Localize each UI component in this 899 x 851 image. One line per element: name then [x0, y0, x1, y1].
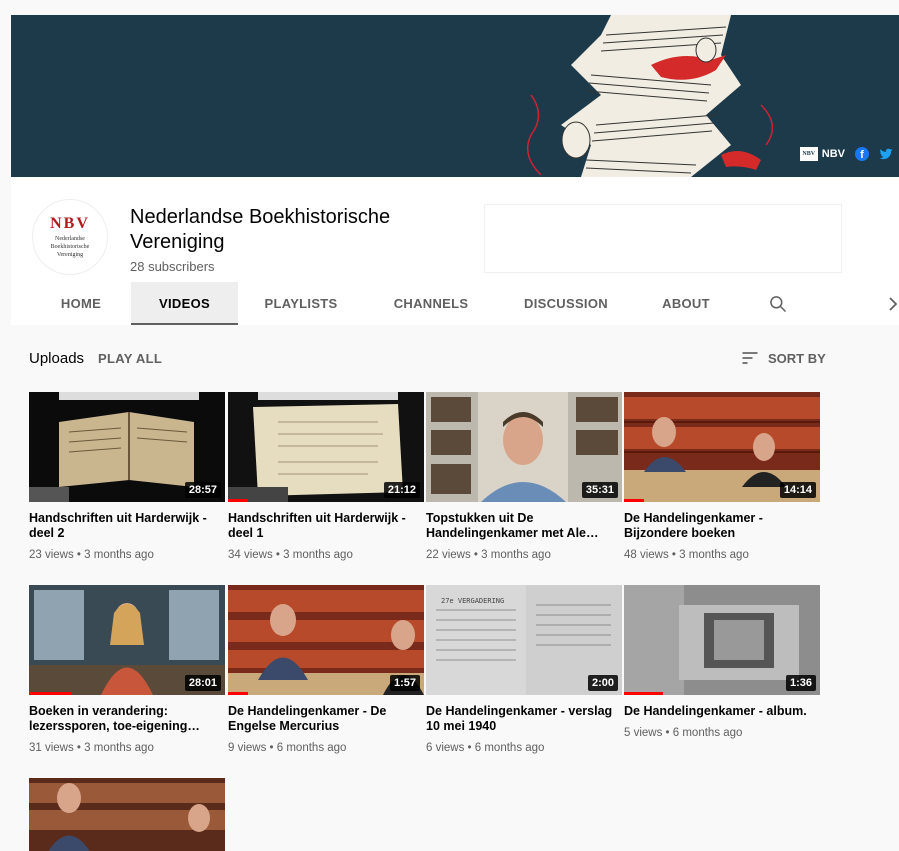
sort-icon — [742, 352, 758, 364]
video-card[interactable]: 14:14 De Handelingenkamer - Bijzondere b… — [624, 392, 820, 561]
video-meta: 31 views • 3 months ago — [29, 742, 154, 754]
video-thumbnail[interactable]: 1:36 — [624, 585, 820, 695]
watch-progress — [624, 499, 644, 502]
tab-home[interactable]: HOME — [43, 282, 119, 325]
twitter-icon[interactable] — [879, 147, 893, 161]
video-title[interactable]: Handschriften uit Harderwijk - deel 2 — [29, 511, 221, 541]
nbv-banner-link[interactable]: NBV NBV — [799, 147, 845, 161]
tab-playlists[interactable]: PLAYLISTS — [251, 282, 351, 325]
avatar-subtitle: Nederlandse Boekhistorische Vereniging — [50, 236, 90, 258]
video-meta: 23 views • 3 months ago — [29, 549, 154, 561]
video-card[interactable]: 1:57 De Handelingenkamer - De Engelse Me… — [228, 585, 424, 754]
video-card[interactable]: 28:57 Handschriften uit Harderwijk - dee… — [29, 392, 225, 561]
channel-tabs: HOME VIDEOS PLAYLISTS CHANNELS DISCUSSIO… — [11, 282, 899, 325]
nbv-link-label: NBV — [821, 148, 845, 160]
channel-banner: NBV NBV f — [11, 15, 899, 177]
tab-channels[interactable]: CHANNELS — [381, 282, 481, 325]
video-title[interactable]: Boeken in verandering: lezerssporen, toe… — [29, 704, 221, 734]
video-thumbnail[interactable]: 35:31 — [426, 392, 622, 502]
chevron-right-icon[interactable] — [885, 294, 899, 314]
header-action-area — [484, 204, 842, 273]
video-title[interactable]: Handschriften uit Harderwijk - deel 1 — [228, 511, 420, 541]
subscriber-count: 28 subscribers — [130, 259, 215, 274]
video-duration: 1:57 — [389, 675, 420, 691]
channel-name: Nederlandse Boekhistorische Vereniging — [130, 206, 391, 253]
tab-videos[interactable]: VIDEOS — [131, 282, 238, 325]
video-card[interactable]: 21:12 Handschriften uit Harderwijk - dee… — [228, 392, 424, 561]
video-thumbnail[interactable]: 27e VERGADERING 2:00 — [426, 585, 622, 695]
video-duration: 28:01 — [184, 675, 221, 691]
video-thumbnail[interactable] — [29, 778, 225, 851]
video-thumbnail[interactable]: 14:14 — [624, 392, 820, 502]
video-meta: 9 views • 6 months ago — [228, 742, 347, 754]
watch-progress — [228, 499, 248, 502]
nbv-logo-icon: NBV — [799, 147, 818, 161]
search-icon[interactable] — [768, 294, 788, 314]
video-meta: 5 views • 6 months ago — [624, 727, 743, 739]
video-thumbnail[interactable]: 1:57 — [228, 585, 424, 695]
watch-progress — [29, 692, 73, 695]
svg-text:27e VERGADERING: 27e VERGADERING — [441, 597, 504, 605]
video-title[interactable]: De Handelingenkamer - verslag 10 mei 194… — [426, 704, 618, 734]
video-card[interactable]: 35:31 Topstukken uit De Handelingenkamer… — [426, 392, 622, 561]
video-thumbnail[interactable]: 21:12 — [228, 392, 424, 502]
video-thumbnail[interactable]: 28:01 — [29, 585, 225, 695]
video-meta: 34 views • 3 months ago — [228, 549, 353, 561]
sort-by-button[interactable]: SORT BY — [740, 348, 826, 368]
video-card[interactable] — [29, 778, 225, 851]
video-meta: 22 views • 3 months ago — [426, 549, 551, 561]
video-title[interactable]: Topstukken uit De Handelingenkamer met A… — [426, 511, 618, 541]
video-thumbnail[interactable]: 28:57 — [29, 392, 225, 502]
video-title[interactable]: De Handelingenkamer - Bijzondere boeken — [624, 511, 816, 541]
thumbnail-image — [29, 778, 225, 851]
video-duration: 14:14 — [779, 482, 816, 498]
video-card[interactable]: 28:01 Boeken in verandering: lezersspore… — [29, 585, 225, 754]
banner-links: NBV NBV f — [799, 147, 893, 161]
avatar-title: NBV — [50, 215, 90, 232]
uploads-title: Uploads — [29, 350, 85, 367]
video-meta: 6 views • 6 months ago — [426, 742, 545, 754]
video-card[interactable]: 27e VERGADERING 2:00 De Handelingenkamer… — [426, 585, 622, 754]
video-duration: 28:57 — [184, 482, 221, 498]
video-title[interactable]: De Handelingenkamer - De Engelse Mercuri… — [228, 704, 420, 734]
channel-avatar[interactable]: NBV Nederlandse Boekhistorische Verenigi… — [32, 199, 108, 275]
tab-about[interactable]: ABOUT — [651, 282, 721, 325]
watch-progress — [228, 692, 248, 695]
watch-progress — [624, 692, 664, 695]
video-duration: 1:36 — [785, 675, 816, 691]
sort-by-label: SORT BY — [768, 350, 826, 366]
uploads-header: Uploads PLAY ALL — [29, 350, 162, 367]
video-meta: 48 views • 3 months ago — [624, 549, 749, 561]
facebook-icon[interactable]: f — [855, 147, 869, 161]
video-card[interactable]: 1:36 De Handelingenkamer - album. 5 view… — [624, 585, 820, 739]
video-duration: 2:00 — [587, 675, 618, 691]
video-duration: 35:31 — [581, 482, 618, 498]
banner-illustration — [526, 15, 774, 177]
video-title[interactable]: De Handelingenkamer - album. — [624, 704, 816, 719]
play-all-button[interactable]: PLAY ALL — [98, 351, 162, 366]
video-duration: 21:12 — [383, 482, 420, 498]
tab-discussion[interactable]: DISCUSSION — [511, 282, 621, 325]
